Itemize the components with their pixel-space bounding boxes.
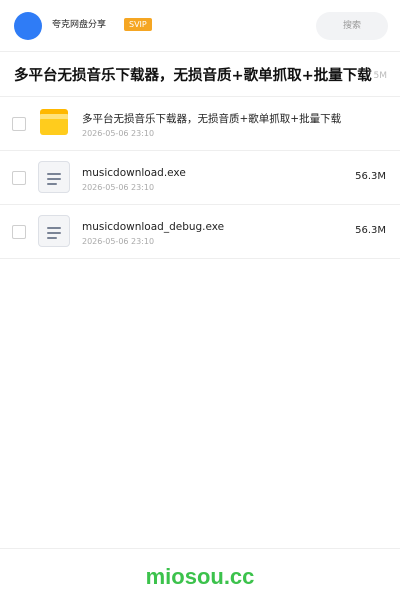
file-name: 多平台无损音乐下载器，无损音质+歌单抓取+批量下载 (82, 113, 342, 125)
file-date: 2026-05-06 23:10 (82, 129, 155, 138)
svip-badge: SVIP (124, 18, 152, 31)
row-checkbox[interactable] (12, 225, 26, 239)
footer: miosou.cc (0, 548, 400, 600)
file-row[interactable]: musicdownload.exe 2026-05-06 23:10 56.3M (0, 151, 400, 205)
file-date: 2026-05-06 23:10 (82, 183, 155, 192)
file-name: musicdownload.exe (82, 167, 186, 179)
search-button[interactable]: 搜索 (316, 12, 388, 40)
share-page: 夸克网盘分享 SVIP 搜索 5M 多平台无损音乐下载器，无损音质+歌单抓取+批… (0, 0, 400, 600)
share-title: 多平台无损音乐下载器，无损音质+歌单抓取+批量下载 (14, 68, 372, 84)
file-date: 2026-05-06 23:10 (82, 237, 155, 246)
row-checkbox[interactable] (12, 117, 26, 131)
avatar[interactable] (14, 12, 42, 40)
file-icon (38, 161, 70, 193)
file-name: musicdownload_debug.exe (82, 221, 225, 233)
row-checkbox[interactable] (12, 171, 26, 185)
file-size: 56.3M (355, 225, 386, 236)
file-icon (38, 215, 70, 247)
header: 夸克网盘分享 SVIP 搜索 (0, 0, 400, 52)
file-row[interactable]: 多平台无损音乐下载器，无损音质+歌单抓取+批量下载 2026-05-06 23:… (0, 97, 400, 151)
folder-icon (39, 109, 69, 135)
file-row[interactable]: musicdownload_debug.exe 2026-05-06 23:10… (0, 205, 400, 259)
username: 夸克网盘分享 (52, 20, 107, 30)
share-title-bar: 5M 多平台无损音乐下载器，无损音质+歌单抓取+批量下载 (0, 52, 400, 97)
site-brand[interactable]: miosou.cc (0, 563, 400, 591)
file-size: 56.3M (355, 171, 386, 182)
